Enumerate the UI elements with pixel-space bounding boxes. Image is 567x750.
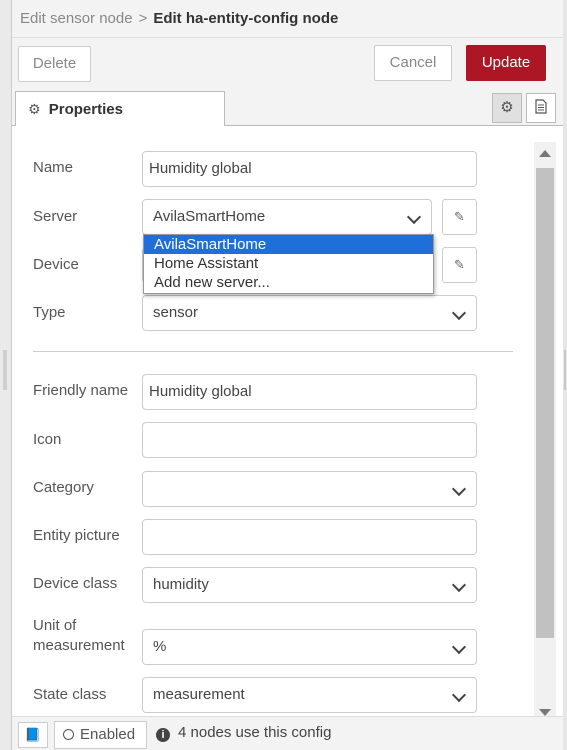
friendly-name-label: Friendly name bbox=[33, 382, 129, 399]
delete-button[interactable]: Delete bbox=[18, 46, 91, 82]
state-class-select-value: measurement bbox=[153, 686, 245, 703]
gear-icon: ⚙ bbox=[500, 99, 514, 116]
section-divider bbox=[33, 351, 513, 352]
right-resize-edge[interactable] bbox=[563, 0, 567, 750]
chevron-down-icon bbox=[451, 687, 467, 703]
unit-select-value: % bbox=[153, 638, 167, 655]
scroll-up-arrow-icon[interactable] bbox=[539, 150, 551, 157]
server-dropdown-list: AvilaSmartHome Home Assistant Add new se… bbox=[143, 234, 434, 294]
device-class-select[interactable]: humidity bbox=[142, 567, 477, 603]
name-input[interactable]: Humidity global bbox=[142, 151, 477, 187]
circle-icon bbox=[63, 729, 74, 740]
state-class-select[interactable]: measurement bbox=[142, 677, 477, 713]
device-class-label: Device class bbox=[33, 575, 118, 592]
tray-toolbar: Delete Cancel Update bbox=[12, 38, 563, 86]
resize-grip-right[interactable] bbox=[564, 350, 566, 390]
vertical-scrollbar[interactable] bbox=[534, 142, 556, 716]
breadcrumb-current: Edit ha-entity-config node bbox=[153, 10, 339, 27]
description-tab-button[interactable] bbox=[526, 93, 556, 123]
unit-of-measurement-select[interactable]: % bbox=[142, 629, 477, 665]
document-icon bbox=[535, 99, 547, 114]
pencil-icon: ✎ bbox=[454, 257, 465, 272]
enabled-toggle[interactable]: Enabled bbox=[54, 721, 147, 749]
server-label: Server bbox=[33, 208, 78, 225]
edit-device-button[interactable]: ✎ bbox=[442, 247, 477, 283]
config-usage-info: i 4 nodes use this config bbox=[156, 724, 331, 742]
chevron-down-icon bbox=[451, 305, 467, 321]
type-label: Type bbox=[33, 304, 66, 321]
book-icon: 📘 bbox=[24, 727, 42, 742]
state-class-label: State class bbox=[33, 686, 107, 703]
config-usage-text: 4 nodes use this config bbox=[178, 724, 332, 741]
tab-bar: ⚙ Properties ⚙ bbox=[12, 86, 563, 127]
icon-label: Icon bbox=[33, 431, 62, 448]
category-select[interactable] bbox=[142, 471, 477, 507]
unit-label-line1: Unit of bbox=[33, 617, 77, 634]
icon-input[interactable] bbox=[142, 422, 477, 458]
chevron-down-icon bbox=[451, 577, 467, 593]
name-label: Name bbox=[33, 159, 74, 176]
entity-picture-input[interactable] bbox=[142, 519, 477, 555]
tab-properties[interactable]: ⚙ Properties bbox=[15, 91, 225, 127]
help-book-button[interactable]: 📘 bbox=[18, 722, 48, 748]
properties-panel: Name Humidity global Server AvilaSmartHo… bbox=[12, 126, 563, 716]
entity-picture-label: Entity picture bbox=[33, 527, 120, 544]
server-option-home-assistant[interactable]: Home Assistant bbox=[144, 254, 433, 273]
edit-tray: Edit sensor node > Edit ha-entity-config n… bbox=[0, 0, 567, 750]
update-button[interactable]: Update bbox=[466, 45, 546, 81]
chevron-down-icon bbox=[406, 209, 422, 225]
gear-icon: ⚙ bbox=[28, 101, 41, 117]
unit-of-measurement-label: Unit of measurement bbox=[33, 616, 125, 656]
server-option-avilasmarthome[interactable]: AvilaSmartHome bbox=[144, 235, 433, 254]
type-select[interactable]: sensor bbox=[142, 295, 477, 331]
scroll-thumb[interactable] bbox=[536, 168, 554, 638]
enabled-label: Enabled bbox=[80, 726, 136, 743]
cancel-button[interactable]: Cancel bbox=[374, 45, 452, 81]
server-option-add-new[interactable]: Add new server... bbox=[144, 273, 433, 292]
chevron-down-icon bbox=[451, 639, 467, 655]
type-select-value: sensor bbox=[153, 304, 199, 321]
server-select[interactable]: AvilaSmartHome bbox=[142, 199, 432, 235]
device-label: Device bbox=[33, 256, 79, 273]
tray-footer: 📘 Enabled i 4 nodes use this config bbox=[12, 716, 563, 750]
server-select-value: AvilaSmartHome bbox=[153, 208, 266, 225]
left-resize-edge[interactable] bbox=[0, 0, 12, 750]
category-label: Category bbox=[33, 479, 94, 496]
settings-tab-button[interactable]: ⚙ bbox=[492, 93, 522, 123]
resize-grip[interactable] bbox=[3, 350, 7, 390]
edit-server-button[interactable]: ✎ bbox=[442, 199, 477, 235]
breadcrumb-parent[interactable]: Edit sensor node bbox=[20, 10, 133, 27]
friendly-name-input[interactable]: Humidity global bbox=[142, 374, 477, 410]
scroll-down-arrow-icon[interactable] bbox=[539, 709, 551, 716]
pencil-icon: ✎ bbox=[454, 209, 465, 224]
tab-properties-label: Properties bbox=[48, 101, 123, 118]
info-icon: i bbox=[156, 728, 170, 742]
tray-header: Edit sensor node > Edit ha-entity-config n… bbox=[12, 0, 563, 38]
unit-label-line2: measurement bbox=[33, 637, 125, 654]
device-class-select-value: humidity bbox=[153, 576, 209, 593]
breadcrumb-separator: > bbox=[138, 10, 148, 27]
chevron-down-icon bbox=[451, 481, 467, 497]
